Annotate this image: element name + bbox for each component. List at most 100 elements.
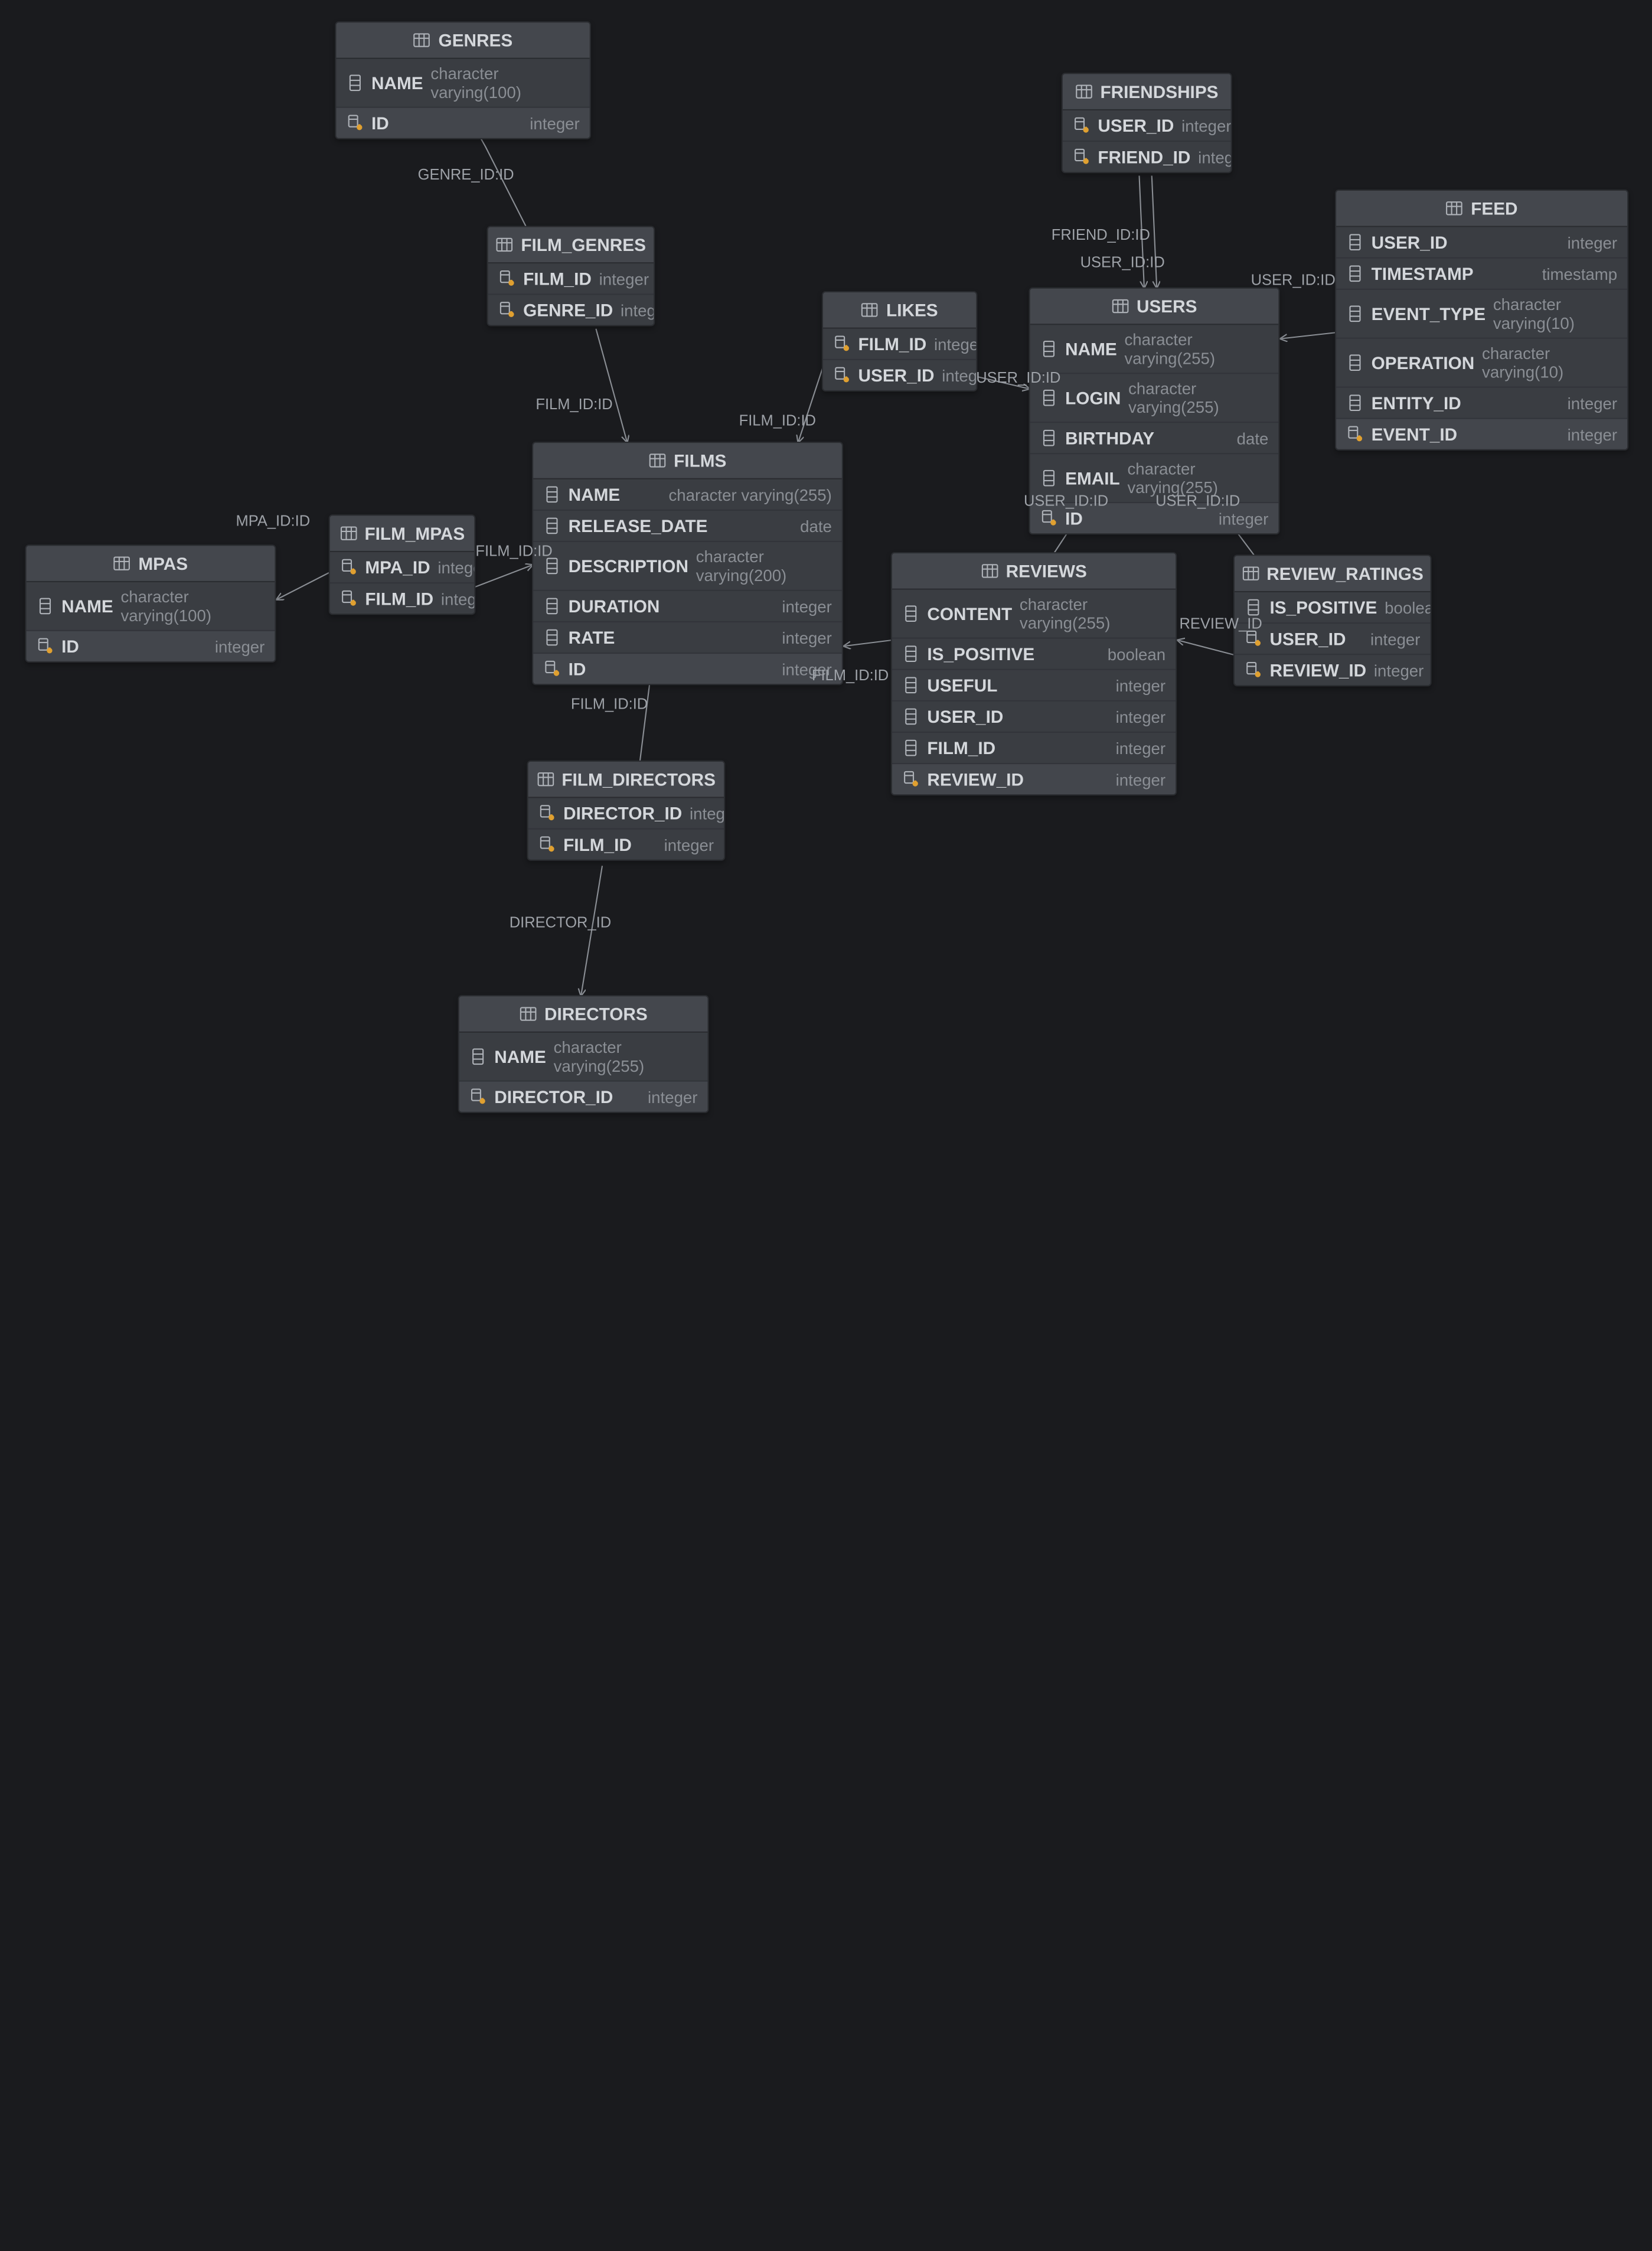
column-name: NAME: [569, 484, 621, 504]
column-name: FRIEND_ID: [1098, 147, 1190, 167]
column-row[interactable]: IDinteger: [533, 654, 842, 684]
column-row[interactable]: EVENT_IDinteger: [1336, 419, 1627, 449]
column-type: integer: [1198, 148, 1232, 167]
column-row[interactable]: NAMEcharacter varying(255): [533, 479, 842, 511]
column-row[interactable]: ENTITY_IDinteger: [1336, 388, 1627, 419]
entity-header[interactable]: FILMS: [533, 443, 842, 479]
column-name: LOGIN: [1065, 388, 1121, 408]
relationship-edge: [1152, 176, 1157, 289]
column-row[interactable]: IS_POSITIVEboolean: [1235, 592, 1431, 624]
entity-header[interactable]: FILM_GENRES: [488, 227, 654, 264]
column-row[interactable]: DESCRIPTIONcharacter varying(200): [533, 542, 842, 591]
column-type: integer: [1374, 661, 1424, 680]
column-name: USER_ID: [1098, 116, 1174, 136]
column-icon: [347, 74, 364, 92]
column-type: integer: [934, 334, 977, 353]
entity-header[interactable]: FRIENDSHIPS: [1063, 74, 1231, 110]
entity-title: FILM_GENRES: [521, 234, 646, 255]
entity-header[interactable]: REVIEW_RATINGS: [1235, 556, 1431, 592]
entity-header[interactable]: DIRECTORS: [459, 996, 708, 1033]
column-row[interactable]: EVENT_TYPEcharacter varying(10): [1336, 290, 1627, 339]
table-icon: [537, 771, 554, 788]
column-row[interactable]: USER_IDinteger: [1063, 110, 1231, 142]
relationship-edge: [843, 640, 893, 647]
column-row[interactable]: NAMEcharacter varying(255): [459, 1033, 708, 1082]
foreign-key-icon: [538, 836, 556, 853]
edge-label: FILM_ID:ID: [475, 542, 552, 560]
column-type: boolean: [1108, 644, 1165, 663]
column-row[interactable]: FRIEND_ID integer: [1063, 142, 1231, 172]
entity-header[interactable]: FILM_MPAS: [330, 516, 474, 552]
column-icon: [1346, 265, 1364, 282]
entity-likes[interactable]: LIKESFILM_IDintegerUSER_IDinteger: [822, 291, 978, 392]
column-row[interactable]: REVIEW_IDinteger: [892, 764, 1176, 794]
column-row[interactable]: BIRTHDAYdate: [1030, 423, 1279, 454]
column-row[interactable]: DIRECTOR_IDinteger: [528, 798, 724, 830]
column-row[interactable]: USEFULinteger: [892, 670, 1176, 702]
column-row[interactable]: OPERATIONcharacter varying(10): [1336, 339, 1627, 388]
column-row[interactable]: FILM_IDinteger: [488, 263, 654, 295]
column-type: integer: [1370, 629, 1420, 648]
column-row[interactable]: USER_IDinteger: [1235, 624, 1431, 655]
column-name: ID: [61, 636, 79, 656]
edge-label: MPA_ID:ID: [236, 512, 311, 530]
entity-mpas[interactable]: MPASNAMEcharacter varying(100)IDinteger: [25, 544, 276, 663]
column-row[interactable]: MPA_IDinteger: [330, 552, 474, 583]
entity-header[interactable]: LIKES: [823, 292, 976, 329]
entity-film_directors[interactable]: FILM_DIRECTORSDIRECTOR_IDintegerFILM_IDi…: [527, 761, 726, 861]
column-row[interactable]: USER_IDinteger: [823, 360, 976, 390]
column-row[interactable]: IS_POSITIVEboolean: [892, 639, 1176, 670]
column-row[interactable]: RELEASE_DATEdate: [533, 511, 842, 542]
entity-reviews[interactable]: REVIEWS CONTENTcharacter varying(255)IS_P…: [891, 552, 1177, 795]
entity-header[interactable]: USERS: [1030, 289, 1279, 325]
column-row[interactable]: CONTENTcharacter varying(255): [892, 590, 1176, 639]
primary-key-icon: [543, 660, 561, 678]
entity-directors[interactable]: DIRECTORSNAMEcharacter varying(255)DIREC…: [458, 995, 709, 1113]
column-row[interactable]: FILM_IDinteger: [528, 830, 724, 860]
entity-header[interactable]: FILM_DIRECTORS: [528, 762, 724, 798]
foreign-key-icon: [833, 367, 851, 384]
column-row[interactable]: REVIEW_IDinteger: [1235, 655, 1431, 685]
entity-title: REVIEWS: [1006, 561, 1087, 581]
column-row[interactable]: IDinteger: [27, 631, 275, 661]
column-icon: [902, 739, 920, 757]
entity-genres[interactable]: GENRESNAMEcharacter varying(100)IDintege…: [335, 21, 591, 139]
column-type: integer: [441, 589, 476, 608]
column-row[interactable]: FILM_IDinteger: [823, 329, 976, 360]
column-row[interactable]: USER_IDinteger: [892, 702, 1176, 733]
column-row[interactable]: IDinteger: [337, 108, 590, 138]
entity-header[interactable]: REVIEWS: [892, 553, 1176, 590]
entity-header[interactable]: FEED: [1336, 191, 1627, 227]
column-row[interactable]: NAMEcharacter varying(255): [1030, 325, 1279, 374]
column-row[interactable]: FILM_IDinteger: [892, 733, 1176, 764]
column-row[interactable]: RATEinteger: [533, 622, 842, 654]
column-row[interactable]: FILM_IDinteger: [330, 583, 474, 614]
column-row[interactable]: GENRE_IDinteger: [488, 295, 654, 325]
entity-film_genres[interactable]: FILM_GENRES FILM_IDintegerGENRE_IDinteger: [487, 226, 655, 327]
column-row[interactable]: DIRECTOR_IDinteger: [459, 1082, 708, 1112]
entity-header[interactable]: MPAS: [27, 546, 275, 582]
column-row[interactable]: NAMEcharacter varying(100): [27, 582, 275, 631]
column-row[interactable]: USER_IDinteger: [1336, 227, 1627, 259]
column-type: integer: [599, 269, 649, 288]
column-icon: [1245, 599, 1262, 616]
table-icon: [1242, 565, 1259, 582]
entity-review_ratings[interactable]: REVIEW_RATINGSIS_POSITIVEbooleanUSER_IDi…: [1233, 554, 1432, 686]
entity-feed[interactable]: FEEDUSER_IDintegerTIMESTAMPtimestampEVEN…: [1335, 190, 1628, 451]
table-icon: [413, 31, 431, 49]
column-row[interactable]: NAMEcharacter varying(100): [337, 59, 590, 108]
column-name: USER_ID: [1372, 232, 1448, 252]
foreign-key-icon: [538, 804, 556, 822]
entity-film_mpas[interactable]: FILM_MPASMPA_IDintegerFILM_IDinteger: [329, 514, 476, 615]
column-row[interactable]: TIMESTAMPtimestamp: [1336, 259, 1627, 290]
edge-label: FILM_ID:ID: [571, 695, 648, 713]
entity-films[interactable]: FILMSNAMEcharacter varying(255)RELEASE_D…: [532, 442, 843, 685]
entity-friendships[interactable]: FRIENDSHIPSUSER_IDinteger FRIEND_ID intege…: [1062, 73, 1232, 173]
relationship-edge: [276, 572, 330, 600]
table-icon: [1111, 298, 1129, 315]
column-type: character varying(10): [1482, 344, 1617, 381]
column-icon: [1346, 233, 1364, 251]
column-row[interactable]: DURATIONinteger: [533, 591, 842, 622]
entity-header[interactable]: GENRES: [337, 22, 590, 59]
column-row[interactable]: LOGINcharacter varying(255): [1030, 374, 1279, 423]
